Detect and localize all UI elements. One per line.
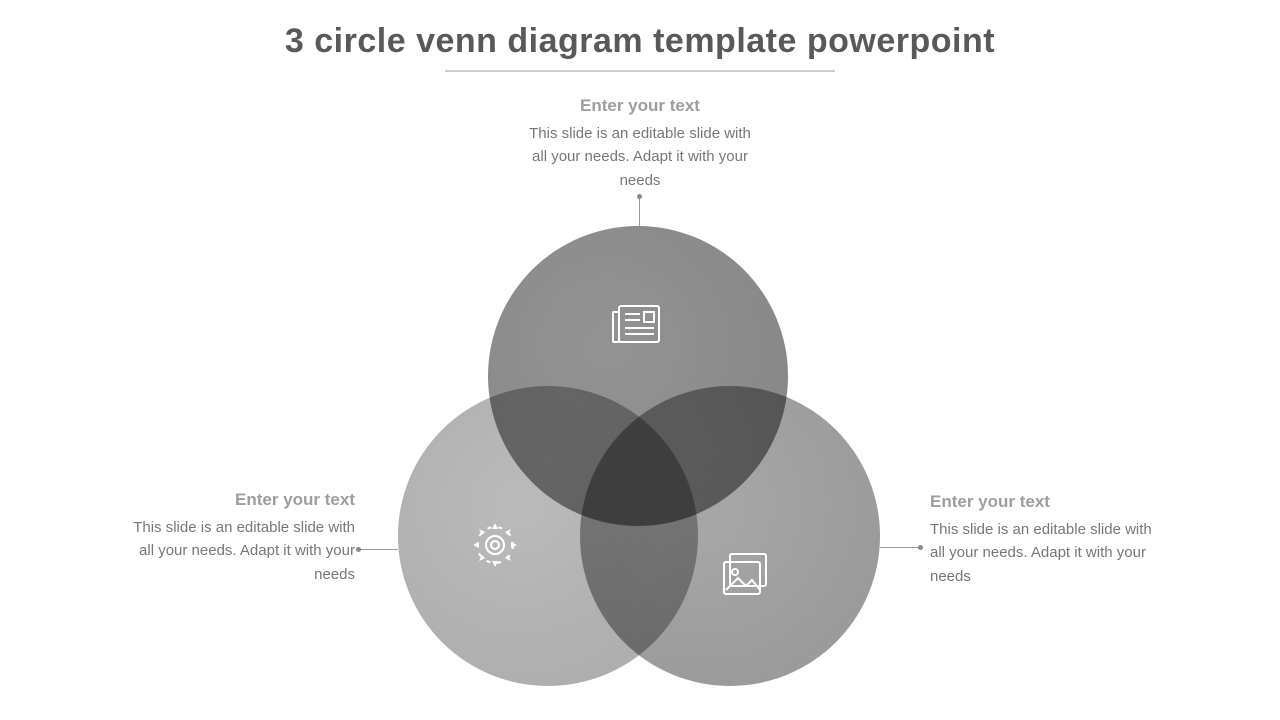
callout-right: Enter your text This slide is an editabl… (930, 492, 1155, 588)
leader-line-left (358, 549, 398, 550)
callout-left-body: This slide is an editable slide with all… (130, 516, 355, 586)
callout-left-heading: Enter your text (130, 490, 355, 510)
leader-line-right (880, 547, 920, 548)
newspaper-icon (610, 300, 666, 348)
leader-dot-top (637, 194, 642, 199)
leader-dot-right (918, 545, 923, 550)
callout-top-heading: Enter your text (525, 96, 755, 116)
slide-title: 3 circle venn diagram template powerpoin… (0, 22, 1280, 61)
venn-diagram (398, 226, 880, 696)
callout-right-body: This slide is an editable slide with all… (930, 518, 1155, 588)
venn-circle-top (488, 226, 788, 526)
callout-left: Enter your text This slide is an editabl… (130, 490, 355, 586)
callout-top: Enter your text This slide is an editabl… (525, 96, 755, 192)
callout-right-heading: Enter your text (930, 492, 1155, 512)
image-icon (720, 552, 772, 598)
leader-dot-left (356, 547, 361, 552)
title-rule (445, 70, 835, 72)
leader-line-top (639, 196, 640, 226)
callout-top-body: This slide is an editable slide with all… (525, 122, 755, 192)
gear-icon (470, 520, 520, 570)
